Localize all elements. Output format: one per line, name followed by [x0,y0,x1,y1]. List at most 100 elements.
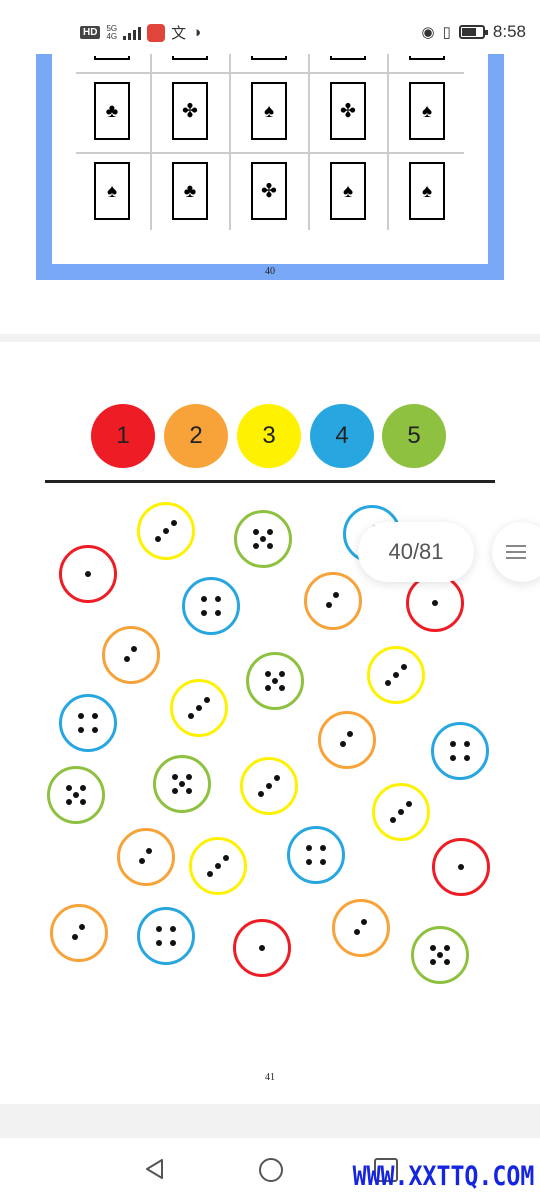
dot [215,863,221,869]
dot [71,934,78,941]
dot [92,712,99,719]
dot-circle-5 [246,652,304,710]
dot [437,952,443,958]
dot [279,670,286,677]
dot [92,727,99,734]
vibrate-icon: ▯ [442,24,451,41]
card-suit: ♠ [409,162,445,220]
dot [279,685,286,692]
menu-icon [506,541,526,563]
card-partial [409,56,445,60]
divider-line [45,480,495,483]
home-icon[interactable] [259,1158,283,1182]
dot [171,773,178,780]
dot [252,528,259,535]
color-badge-5: 5 [382,404,446,468]
dot-circle-2 [332,899,390,957]
watermark: WWW.XXTTQ.COM [352,1161,534,1192]
dot [444,944,451,951]
card-suit: ✤ [251,162,287,220]
dot [171,519,178,526]
network-sub-label: 4G [106,31,118,41]
grid-line [76,152,464,154]
dot [353,929,360,936]
card-suit: ✤ [172,82,208,140]
dot [320,859,327,866]
dot-circle-1 [406,574,464,632]
page-number: 40 [265,266,275,277]
dot [333,591,340,598]
dot [252,543,259,550]
dot [200,610,207,617]
dot-circle-3 [367,646,425,704]
dot [179,781,185,787]
dot-circle-3 [189,837,247,895]
dot [429,944,436,951]
dot [146,847,153,854]
card-suit: ✤ [330,82,366,140]
color-badge-1: 1 [91,404,155,468]
eye-icon: ◉ [421,24,435,41]
dot [85,571,91,577]
color-badge-2: 2 [164,404,228,468]
dot-circle-2 [318,711,376,769]
dot [398,809,404,815]
dot [464,755,471,762]
dot-circle-5 [411,926,469,984]
signal-icon [123,26,142,40]
dot [138,858,145,865]
back-icon[interactable] [144,1158,166,1180]
dot-circle-3 [170,679,228,737]
dot-circle-3 [137,502,195,560]
page-41: 1 2 3 4 5 41 [0,342,540,1104]
page-indicator[interactable]: 40/81 [358,522,474,582]
grid-line [76,72,464,74]
dot [73,792,79,798]
dot [260,536,266,542]
dot-circle-1 [59,545,117,603]
dot [339,741,346,748]
dot-circle-5 [153,755,211,813]
page-number: 41 [265,1072,275,1083]
dot [264,685,271,692]
dot [154,536,161,543]
dot [200,595,207,602]
dot [401,663,408,670]
dot [223,854,230,861]
dot [458,864,464,870]
translate-icon: 文 [171,25,187,42]
dot-circle-4 [287,826,345,884]
dot [389,817,396,824]
status-left: HD 5G 4G 文 ◑ [80,22,201,43]
dot [65,799,72,806]
dot [123,656,130,663]
color-badge-4: 4 [310,404,374,468]
app-icon [147,23,166,42]
dot [449,755,456,762]
dot [320,844,327,851]
card-partial [94,56,130,60]
dot [171,788,178,795]
dot [186,773,193,780]
dot [361,918,368,925]
page-40: ♣ ✤ ♠ ✤ ♠ ♠ ♣ ✤ ♠ ♠ 40 [0,54,540,334]
dot-circle-1 [432,838,490,896]
grid-line [150,54,152,230]
dot [79,923,86,930]
hd-badge: HD [80,26,101,39]
network-indicator: 5G 4G [106,24,118,41]
card-suit: ♠ [251,82,287,140]
dot [206,871,213,878]
card-suit: ♠ [94,162,130,220]
dot [77,712,84,719]
battery-icon [458,25,488,39]
card-suit: ♣ [172,162,208,220]
dot-circle-4 [59,694,117,752]
dot [186,788,193,795]
status-right: ◉ ▯ 8:58 [422,22,526,42]
card-suit: ♣ [94,82,130,140]
dot [305,859,312,866]
dot [444,959,451,966]
dot-circle-2 [50,904,108,962]
dot [259,945,265,951]
